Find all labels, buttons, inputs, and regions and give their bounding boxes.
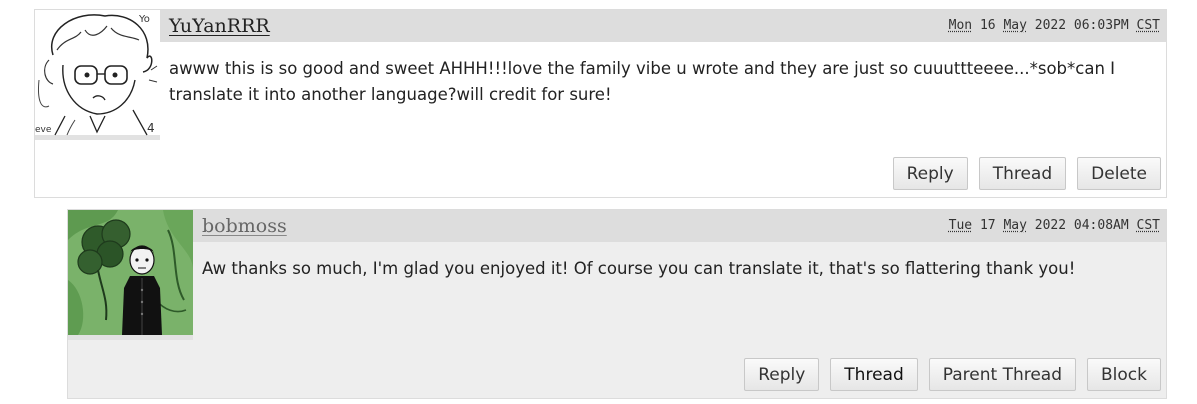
comment-datetime: Mon 16 May 2022 06:03PM CST: [949, 18, 1160, 33]
username-link[interactable]: bobmoss: [202, 215, 287, 237]
date-day: 17: [979, 218, 996, 233]
user-avatar[interactable]: Yo eve 4: [35, 10, 160, 140]
parent-thread-button[interactable]: Parent Thread: [928, 358, 1077, 391]
comment-header: YuYanRRR Mon 16 May 2022 06:03PM CST: [160, 10, 1166, 42]
user-avatar[interactable]: [68, 210, 193, 340]
date-month: May: [1003, 218, 1027, 233]
block-button[interactable]: Block: [1087, 358, 1161, 391]
svg-text:Yo: Yo: [138, 14, 150, 25]
comment-body: Aw thanks so much, I'm glad you enjoyed …: [202, 259, 1076, 278]
svg-text:4: 4: [147, 121, 155, 135]
thread-button[interactable]: Thread: [830, 358, 918, 391]
comment-actions: Reply Thread Delete: [892, 157, 1161, 190]
comment-actions: Reply Thread Parent Thread Block: [744, 358, 1161, 391]
sketch-boy-avatar-icon: Yo eve 4: [35, 10, 160, 136]
date-time: 04:08AM: [1073, 218, 1129, 233]
delete-button[interactable]: Delete: [1077, 157, 1161, 190]
date-year: 2022: [1034, 218, 1067, 233]
date-timezone: CST: [1136, 218, 1160, 233]
date-dow: Mon: [948, 18, 973, 33]
date-month: May: [1003, 18, 1027, 33]
comment-reply: bobmoss Tue 17 May 2022 04:08AM CST Aw t…: [67, 209, 1167, 399]
date-time: 06:03PM: [1073, 18, 1129, 33]
reply-button[interactable]: Reply: [892, 157, 968, 190]
username-link[interactable]: YuYanRRR: [169, 15, 270, 37]
comment-body: awww this is so good and sweet AHHH!!!lo…: [169, 59, 1116, 104]
reply-button[interactable]: Reply: [744, 358, 820, 391]
green-broccoli-avatar-icon: [68, 210, 193, 335]
comment: Yo eve 4 YuYanRRR Mon 16 May 2022 06:03P…: [34, 9, 1167, 198]
comment-header: bobmoss Tue 17 May 2022 04:08AM CST: [193, 210, 1166, 242]
comment-datetime: Tue 17 May 2022 04:08AM CST: [949, 218, 1160, 233]
date-day: 16: [979, 18, 996, 33]
date-timezone: CST: [1136, 18, 1160, 33]
date-year: 2022: [1034, 18, 1067, 33]
thread-button[interactable]: Thread: [978, 157, 1067, 190]
svg-text:eve: eve: [35, 125, 52, 135]
date-dow: Tue: [948, 218, 973, 233]
